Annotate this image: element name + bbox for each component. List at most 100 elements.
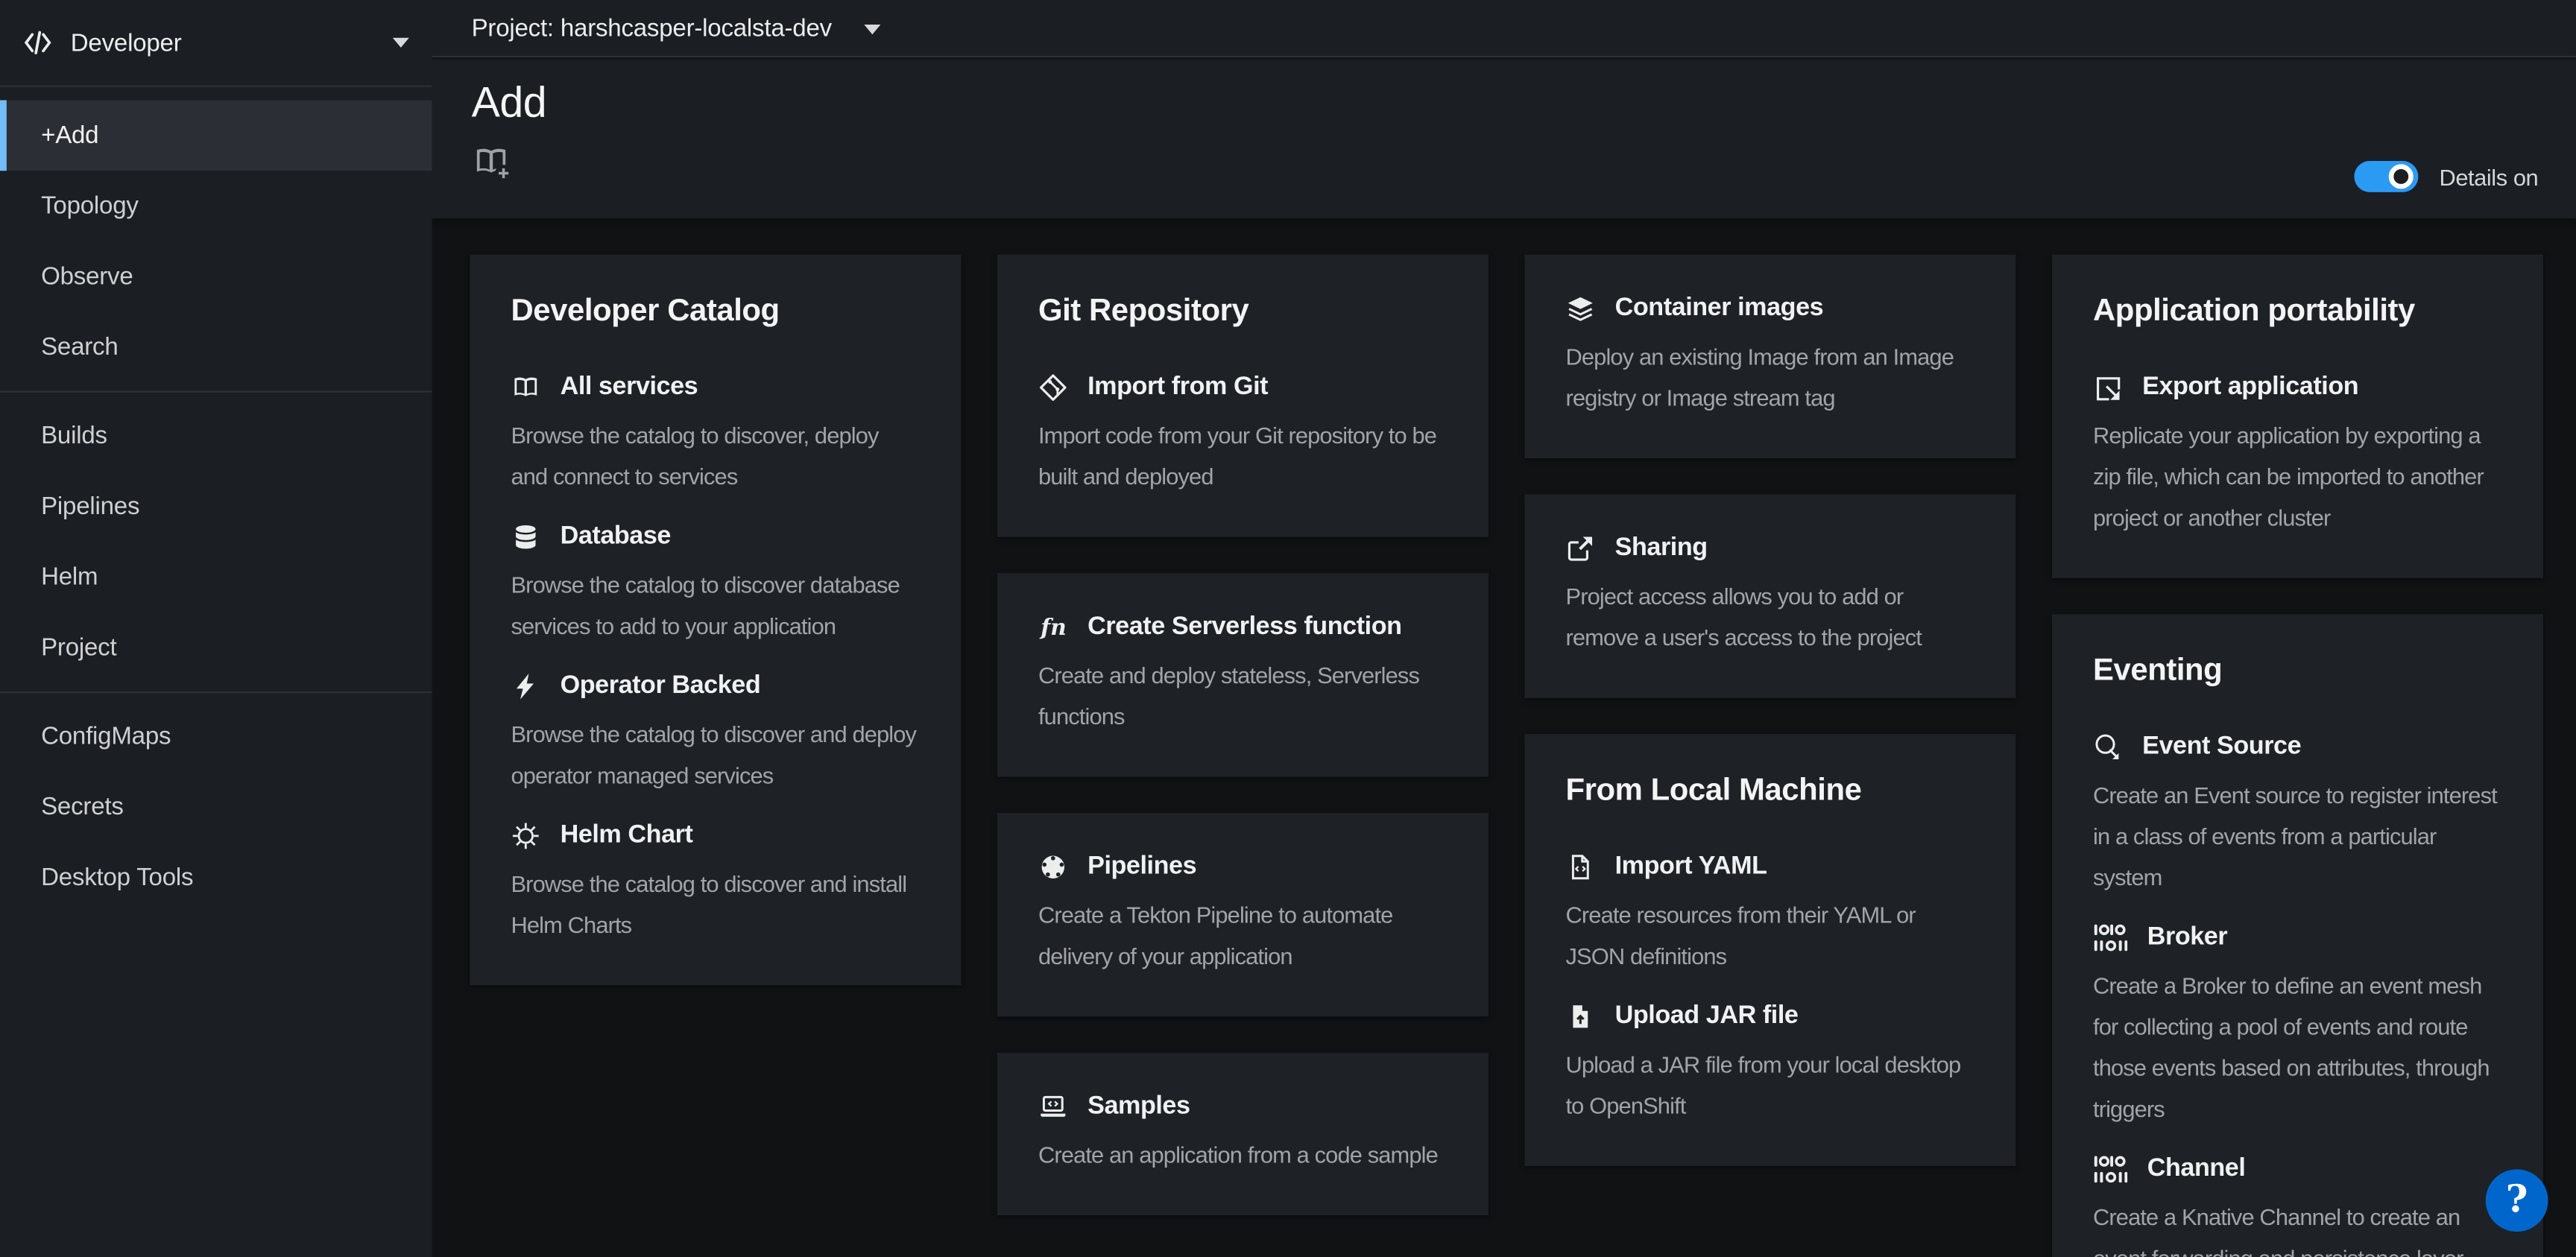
add-item: All services Browse the catalog to disco…	[511, 373, 920, 498]
add-item-description: Create and deploy stateless, Serverless …	[1038, 655, 1448, 737]
sidebar-item-desktoptools[interactable]: Desktop Tools	[0, 843, 432, 914]
serverless-fn-icon	[1038, 612, 1068, 642]
card-column: Developer Catalog All services Browse th…	[470, 255, 961, 1022]
project-bar: Project: harshcasper-localsta-dev	[432, 0, 2576, 57]
add-item-link[interactable]: Pipelines	[1038, 852, 1448, 882]
event-source-icon	[2093, 732, 2123, 762]
sidebar-item-search[interactable]: Search	[0, 312, 432, 383]
sidebar-divider	[0, 391, 432, 393]
add-item-description: Create a Knative Channel to create an ev…	[2093, 1197, 2502, 1257]
add-item-description: Import code from your Git repository to …	[1038, 416, 1448, 498]
add-item: Event Source Create an Event source to r…	[2093, 732, 2502, 899]
add-item: Create Serverless function Create and de…	[1038, 612, 1448, 738]
add-item-link[interactable]: Export application	[2093, 373, 2502, 402]
card-column: Container images Deploy an existing Imag…	[1524, 255, 2015, 1203]
card-column: Application portability Export applicati…	[2052, 255, 2543, 1257]
add-item: Import YAML Create resources from their …	[1565, 852, 1974, 978]
add-item: Sharing Project access allows you to add…	[1565, 533, 1974, 659]
add-item: Database Browse the catalog to discover …	[511, 522, 920, 648]
add-item: Export application Replicate your applic…	[2093, 373, 2502, 539]
code-icon	[22, 26, 54, 59]
add-item: Pipelines Create a Tekton Pipeline to au…	[1038, 852, 1448, 978]
sidebar-item-project[interactable]: Project	[0, 612, 432, 683]
add-item-description: Browse the catalog to discover database …	[511, 565, 920, 647]
channel-binary-icon	[2093, 1154, 2127, 1184]
add-item-link[interactable]: Import YAML	[1565, 852, 1974, 882]
add-item-link[interactable]: Event Source	[2093, 732, 2502, 762]
broker-binary-icon	[2093, 923, 2127, 953]
sidebar-nav: +AddTopologyObserveSearch BuildsPipelines…	[0, 87, 432, 914]
add-item-link[interactable]: Helm Chart	[511, 821, 920, 851]
sidebar-item-builds[interactable]: Builds	[0, 401, 432, 472]
card-title: Developer Catalog	[511, 294, 920, 330]
sidebar-item-pipelines[interactable]: Pipelines	[0, 472, 432, 542]
add-item-description: Create an application from a code sample	[1038, 1135, 1448, 1176]
add-item-label: Samples	[1087, 1092, 1190, 1122]
add-card: Developer Catalog All services Browse th…	[470, 255, 961, 986]
open-book-icon	[511, 373, 540, 402]
add-item-link[interactable]: Broker	[2093, 923, 2502, 953]
add-item-link[interactable]: Import from Git	[1038, 373, 1448, 402]
card-items: Import from Git Import code from your Gi…	[1038, 373, 1448, 498]
layers-icon	[1565, 294, 1595, 324]
add-item: Channel Create a Knative Channel to crea…	[2093, 1154, 2502, 1257]
add-item-link[interactable]: All services	[511, 373, 920, 402]
add-item-label: Event Source	[2142, 732, 2301, 762]
card-title: Eventing	[2093, 653, 2502, 689]
add-item-label: All services	[561, 373, 698, 402]
details-switch-group: Details on	[2354, 161, 2538, 192]
toggle-knob	[2389, 164, 2414, 189]
add-item: Samples Create an application from a cod…	[1038, 1092, 1448, 1176]
add-item-link[interactable]: Sharing	[1565, 533, 1974, 563]
helm-wheel-icon	[511, 821, 540, 851]
add-card: Samples Create an application from a cod…	[997, 1053, 1489, 1215]
sidebar-divider	[0, 691, 432, 693]
add-item-description: Create resources from their YAML or JSON…	[1565, 895, 1974, 977]
add-item: Broker Create a Broker to define an even…	[2093, 923, 2502, 1130]
add-item-link[interactable]: Upload JAR file	[1565, 1001, 1974, 1031]
add-item-label: Container images	[1615, 294, 1824, 324]
add-item-description: Deploy an existing Image from an Image r…	[1565, 337, 1974, 419]
add-item-description: Replicate your application by exporting …	[2093, 416, 2502, 539]
add-item-link[interactable]: Database	[511, 522, 920, 552]
add-item-label: Create Serverless function	[1087, 612, 1401, 642]
sidebar-item-add[interactable]: +Add	[0, 100, 432, 171]
add-item: Upload JAR file Upload a JAR file from y…	[1565, 1001, 1974, 1127]
sidebar-item-topology[interactable]: Topology	[0, 171, 432, 241]
add-card: Container images Deploy an existing Imag…	[1524, 255, 2015, 458]
add-item-description: Create an Event source to register inter…	[2093, 775, 2502, 898]
add-item-link[interactable]: Channel	[2093, 1154, 2502, 1184]
card-title: From Local Machine	[1565, 773, 1974, 809]
add-item-label: Sharing	[1615, 533, 1708, 563]
card-title: Application portability	[2093, 294, 2502, 330]
book-plus-icon[interactable]	[472, 143, 514, 183]
share-square-icon	[1565, 533, 1595, 563]
add-item-link[interactable]: Samples	[1038, 1092, 1448, 1122]
perspective-switcher[interactable]: Developer	[0, 0, 432, 87]
project-dropdown[interactable]: Project: harshcasper-localsta-dev	[472, 14, 882, 42]
card-title: Git Repository	[1038, 294, 1448, 330]
tekton-circle-icon	[1038, 852, 1068, 882]
sidebar-item-observe[interactable]: Observe	[0, 241, 432, 312]
add-item-label: Operator Backed	[561, 671, 761, 701]
bolt-icon	[511, 671, 540, 701]
add-item-description: Project access allows you to add or remo…	[1565, 577, 1974, 659]
sidebar-item-configmaps[interactable]: ConfigMaps	[0, 701, 432, 772]
add-item-description: Browse the catalog to discover and insta…	[511, 864, 920, 946]
add-item-link[interactable]: Create Serverless function	[1038, 612, 1448, 642]
add-item-link[interactable]: Operator Backed	[511, 671, 920, 701]
add-page-content: Developer Catalog All services Browse th…	[432, 218, 2576, 1257]
sidebar-item-secrets[interactable]: Secrets	[0, 772, 432, 843]
add-card: Git Repository Import from Git Import co…	[997, 255, 1489, 537]
card-columns: Developer Catalog All services Browse th…	[470, 255, 2541, 1257]
add-item: Helm Chart Browse the catalog to discove…	[511, 821, 920, 946]
add-item-description: Browse the catalog to discover, deploy a…	[511, 416, 920, 498]
details-toggle[interactable]	[2354, 161, 2418, 192]
card-items: Pipelines Create a Tekton Pipeline to au…	[1038, 852, 1448, 978]
project-dropdown-label: Project: harshcasper-localsta-dev	[472, 14, 832, 42]
sidebar-item-helm[interactable]: Helm	[0, 542, 432, 612]
add-item-link[interactable]: Container images	[1565, 294, 1974, 324]
add-card: From Local Machine Import YAML Create re…	[1524, 734, 2015, 1166]
laptop-code-icon	[1038, 1092, 1068, 1122]
help-button[interactable]: ?	[2486, 1168, 2548, 1231]
